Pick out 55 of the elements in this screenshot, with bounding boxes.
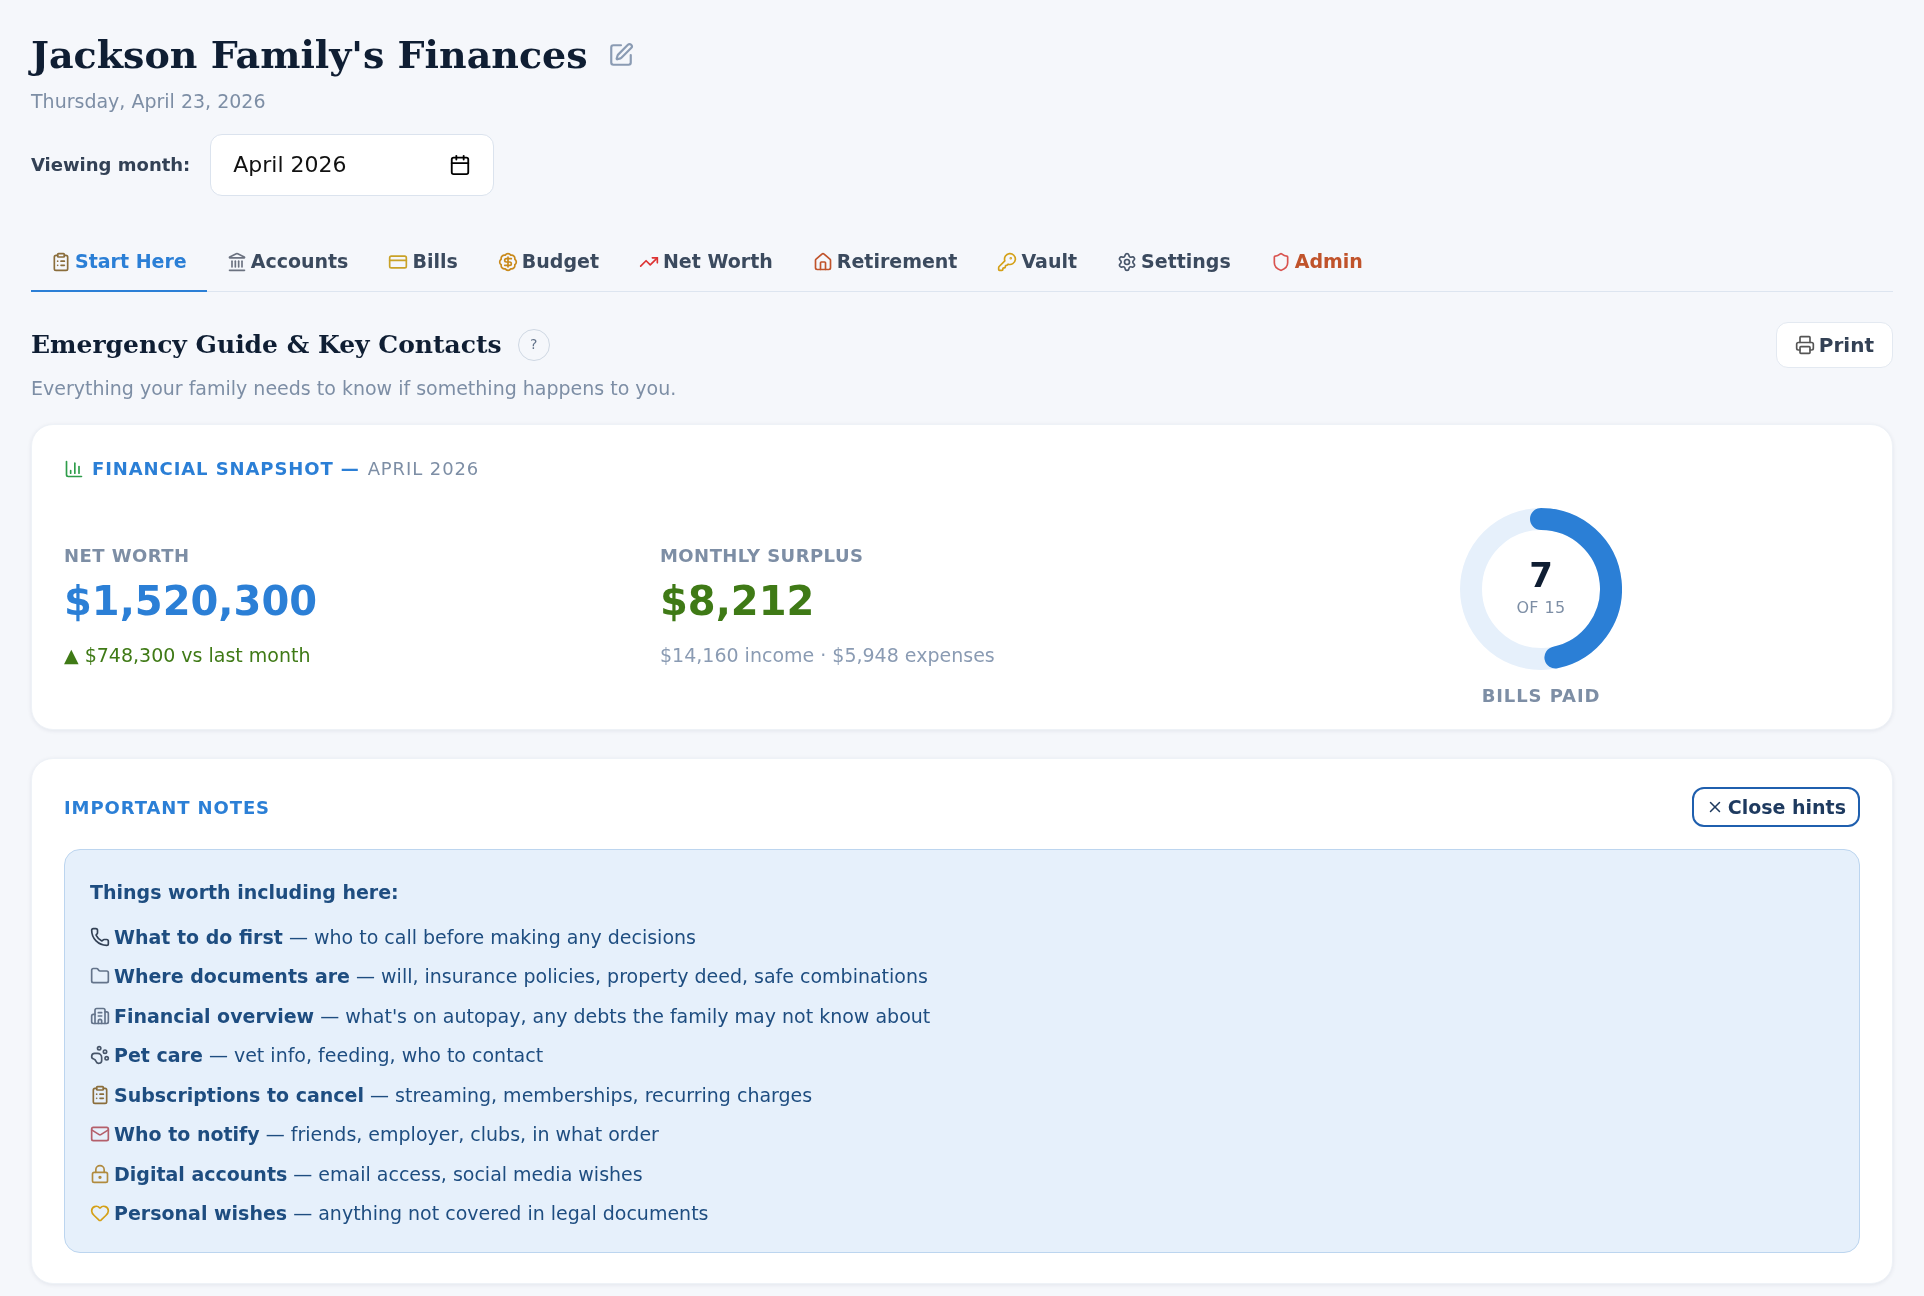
help-button[interactable]: ? (517, 328, 550, 361)
bank-icon (226, 251, 247, 272)
hint-item: Where documents are — will, insurance policies, property deed, safe combinations (114, 964, 928, 989)
hint-item: What to do first — who to call before making any decisions (114, 924, 696, 950)
hint-item: Personal wishes — anything not covered in legal documents (114, 1201, 709, 1226)
bills-total: OF 15 (1516, 597, 1566, 619)
hint-item: Financial overview — what's on autopay, any debts the family may not know about (114, 1003, 931, 1029)
print-button[interactable]: Print (1775, 321, 1893, 368)
net-worth-label: NET WORTH (64, 544, 191, 568)
nav-tab[interactable]: Accounts (206, 233, 369, 292)
phone-icon (90, 926, 110, 947)
hint-item: Digital accounts — email access, social media wishes (114, 1161, 643, 1187)
printer-icon (1794, 334, 1815, 355)
nav-tab[interactable]: Bills (368, 233, 478, 292)
clipboard-icon (90, 1084, 110, 1105)
envelope-icon (90, 1124, 110, 1145)
nav-tab[interactable]: Vault (977, 233, 1098, 292)
nav-tab[interactable]: Start Here (31, 233, 207, 292)
surplus-detail: $14,160 income · $5,948 expenses (660, 643, 996, 668)
month-field[interactable]: April 2026 (210, 133, 495, 196)
hint-item: Subscriptions to cancel — streaming, memberships, recurring charges (114, 1082, 813, 1108)
current-date: Thursday, April 23, 2026 (31, 89, 267, 114)
section-subtitle: Everything your family needs to know if something happens to you. (31, 375, 678, 401)
nav-tab[interactable]: Budget (477, 233, 619, 292)
clipboard-icon (51, 251, 71, 272)
section-title: Emergency Guide & Key Contacts (31, 328, 502, 361)
nav-tab[interactable]: Net Worth (618, 233, 793, 292)
close-hints-button[interactable]: Close hints (1691, 787, 1860, 827)
surplus-label: MONTHLY SURPLUS (660, 544, 865, 568)
house-icon (812, 251, 833, 272)
notes-title: IMPORTANT NOTES (64, 795, 270, 820)
surplus-value: $8,212 (660, 581, 816, 621)
bills-paid-label: BILLS PAID (1481, 684, 1601, 708)
nav-tab[interactable]: Retirement (792, 233, 978, 292)
bar-chart-icon (64, 458, 84, 479)
hint-item: Who to notify — friends, employer, clubs, in what order (114, 1122, 659, 1147)
nav-tab[interactable]: Admin (1250, 233, 1383, 292)
lock-icon (90, 1163, 110, 1184)
calendar-icon[interactable] (449, 153, 472, 176)
key-icon (997, 251, 1018, 272)
edit-icon[interactable] (607, 41, 634, 68)
snapshot-title: FINANCIAL SNAPSHOT — (92, 457, 360, 481)
net-worth-value: $1,520,300 (64, 581, 319, 621)
hints-heading: Things worth including here: (90, 880, 400, 905)
heart-icon (90, 1203, 110, 1224)
net-worth-change: ▲ $748,300 vs last month (64, 643, 312, 668)
nav-tab[interactable]: Settings (1097, 233, 1251, 292)
building-icon (90, 1005, 110, 1026)
snapshot-period: APRIL 2026 (367, 457, 480, 481)
bills-paid-count: 7 (1529, 558, 1553, 592)
paw-icon (90, 1045, 110, 1066)
gear-icon (1117, 251, 1138, 272)
month-label: Viewing month: (31, 153, 191, 177)
hint-item: Pet care — vet info, feeding, who to contact (114, 1043, 544, 1068)
folder-icon (90, 966, 110, 987)
